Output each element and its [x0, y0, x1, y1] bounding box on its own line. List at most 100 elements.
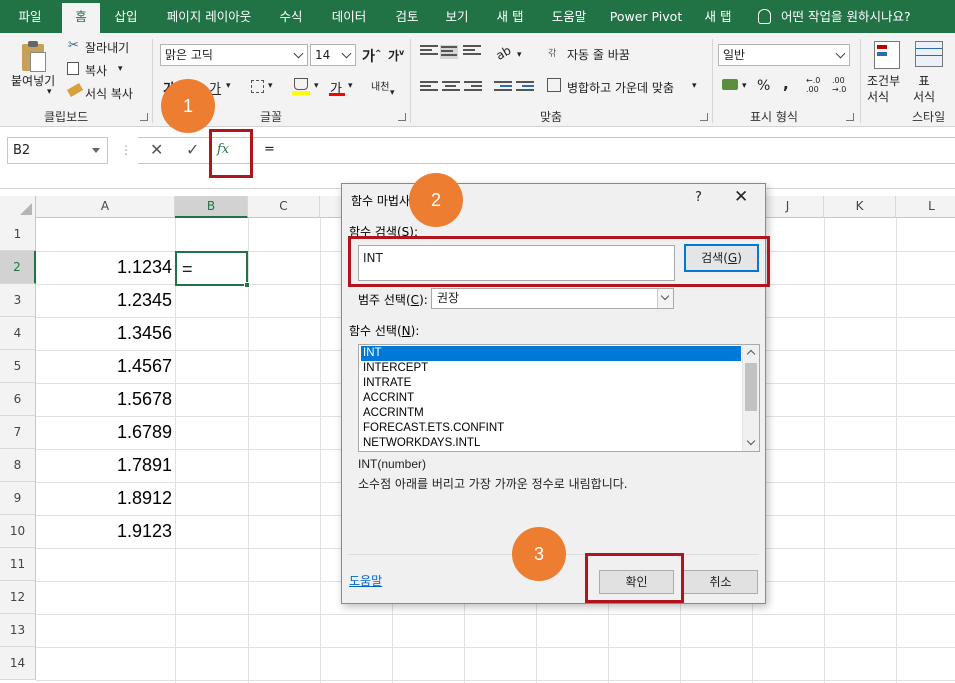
- tab-new-1[interactable]: 새 탭: [488, 0, 532, 33]
- cell-a5[interactable]: 1.4567: [36, 350, 172, 383]
- row-header-6[interactable]: 6: [0, 383, 36, 416]
- align-top-icon[interactable]: [420, 45, 438, 59]
- number-format-combo[interactable]: 일반: [718, 44, 850, 66]
- scrollbar-thumb[interactable]: [745, 363, 757, 411]
- function-item-accrint[interactable]: ACCRINT: [361, 391, 741, 406]
- tab-data[interactable]: 데이터: [322, 0, 376, 33]
- percent-button[interactable]: %: [757, 78, 770, 94]
- copy-dropdown-icon[interactable]: ▾: [118, 64, 123, 74]
- category-select[interactable]: 권장: [431, 288, 674, 309]
- row-header-3[interactable]: 3: [0, 284, 36, 317]
- row-header-13[interactable]: 13: [0, 614, 36, 647]
- format-painter-icon[interactable]: [66, 83, 84, 97]
- font-color-dropdown-icon[interactable]: ▾: [348, 81, 353, 91]
- cell-a3[interactable]: 1.2345: [36, 284, 172, 317]
- scroll-up-icon[interactable]: [746, 349, 756, 359]
- name-box[interactable]: B2: [7, 137, 108, 164]
- chevron-down-icon[interactable]: [92, 148, 100, 153]
- column-header-k[interactable]: K: [824, 196, 896, 218]
- cancel-button[interactable]: 취소: [683, 570, 758, 594]
- wrap-text-button[interactable]: 자동 줄 바꿈: [567, 46, 630, 63]
- function-item-intrate[interactable]: INTRATE: [361, 376, 741, 391]
- cell-a7[interactable]: 1.6789: [36, 416, 172, 449]
- shrink-font-button[interactable]: 가v: [388, 47, 404, 64]
- row-header-14[interactable]: 14: [0, 647, 36, 680]
- format-painter-button[interactable]: 서식 복사: [85, 85, 133, 102]
- increase-indent-icon[interactable]: [516, 81, 534, 95]
- scissors-icon[interactable]: ✂: [68, 38, 79, 53]
- help-on-function-link[interactable]: 도움말: [349, 572, 382, 589]
- format-as-table-icon[interactable]: [915, 41, 943, 67]
- enter-check-icon[interactable]: ✓: [186, 140, 199, 159]
- underline-dropdown-icon[interactable]: ▾: [226, 81, 231, 91]
- chevron-down-icon[interactable]: [657, 289, 673, 308]
- copy-button[interactable]: 복사: [85, 62, 107, 79]
- phonetic-button[interactable]: 내천: [371, 78, 389, 93]
- column-header-c[interactable]: C: [248, 196, 320, 218]
- align-right-icon[interactable]: [464, 81, 482, 95]
- orientation-dropdown-icon[interactable]: ▾: [517, 50, 522, 60]
- conditional-format-button[interactable]: 조건부 서식: [867, 73, 900, 105]
- function-item-networkdays-intl[interactable]: NETWORKDAYS.INTL: [361, 436, 741, 451]
- row-header-2[interactable]: 2: [0, 251, 36, 284]
- row-header-5[interactable]: 5: [0, 350, 36, 383]
- increase-decimal-button[interactable]: ←.0 .00: [806, 76, 820, 94]
- merge-dropdown-icon[interactable]: ▾: [692, 81, 697, 91]
- border-dropdown-icon[interactable]: ▾: [268, 81, 273, 91]
- font-size-combo[interactable]: 14: [310, 44, 356, 66]
- currency-dropdown-icon[interactable]: ▾: [742, 81, 747, 91]
- fill-dropdown-icon[interactable]: ▾: [314, 81, 319, 91]
- active-cell-b2[interactable]: =: [175, 251, 250, 288]
- tab-review[interactable]: 검토: [386, 0, 428, 33]
- conditional-format-icon[interactable]: [874, 41, 900, 69]
- function-list-scrollbar[interactable]: [742, 345, 759, 451]
- function-item-intercept[interactable]: INTERCEPT: [361, 361, 741, 376]
- format-as-table-button[interactable]: 표 서식: [913, 73, 935, 105]
- column-header-a[interactable]: A: [36, 196, 175, 218]
- cell-a4[interactable]: 1.3456: [36, 317, 172, 350]
- row-header-11[interactable]: 11: [0, 548, 36, 581]
- tab-new-2[interactable]: 새 탭: [696, 0, 740, 33]
- row-header-7[interactable]: 7: [0, 416, 36, 449]
- tab-formulas[interactable]: 수식: [270, 0, 312, 33]
- dialog-close-icon[interactable]: ✕: [734, 187, 748, 207]
- paste-icon[interactable]: [20, 41, 48, 73]
- merge-center-button[interactable]: 병합하고 가운데 맞춤: [567, 79, 674, 96]
- select-all-corner[interactable]: [0, 196, 36, 218]
- tell-me-search[interactable]: 어떤 작업을 원하시나요?: [758, 0, 911, 33]
- comma-button[interactable]: ,: [783, 75, 789, 93]
- align-middle-icon[interactable]: [440, 45, 458, 59]
- border-icon[interactable]: [251, 80, 264, 93]
- decrease-indent-icon[interactable]: [494, 81, 512, 95]
- font-launcher-icon[interactable]: [398, 113, 406, 121]
- copy-icon[interactable]: [67, 62, 79, 75]
- cell-a8[interactable]: 1.7891: [36, 449, 172, 482]
- column-header-l[interactable]: L: [896, 196, 955, 218]
- function-list[interactable]: INT INTERCEPT INTRATE ACCRINT ACCRINTM F…: [358, 344, 760, 452]
- row-header-4[interactable]: 4: [0, 317, 36, 350]
- cancel-entry-icon[interactable]: ✕: [150, 140, 163, 159]
- row-header-9[interactable]: 9: [0, 482, 36, 515]
- tab-insert[interactable]: 삽입: [106, 0, 146, 33]
- grow-font-button[interactable]: 가^: [362, 46, 382, 66]
- font-name-combo[interactable]: 맑은 고딕: [160, 44, 308, 66]
- tab-power-pivot[interactable]: Power Pivot: [606, 0, 686, 33]
- paste-dropdown-icon[interactable]: ▾: [47, 87, 52, 97]
- fill-handle[interactable]: [244, 282, 250, 288]
- cell-a6[interactable]: 1.5678: [36, 383, 172, 416]
- align-bottom-icon[interactable]: [463, 45, 481, 59]
- phonetic-dropdown-icon[interactable]: ▾: [390, 88, 395, 98]
- row-header-12[interactable]: 12: [0, 581, 36, 614]
- function-item-accrintm[interactable]: ACCRINTM: [361, 406, 741, 421]
- align-center-icon[interactable]: [442, 81, 460, 95]
- cell-a9[interactable]: 1.8912: [36, 482, 172, 515]
- decrease-decimal-button[interactable]: .00 →.0: [832, 76, 846, 94]
- row-header-10[interactable]: 10: [0, 515, 36, 548]
- scroll-down-icon[interactable]: [746, 436, 756, 446]
- column-header-b[interactable]: B: [175, 196, 248, 218]
- orientation-icon[interactable]: ab: [494, 43, 514, 63]
- tab-page-layout[interactable]: 페이지 레이아웃: [158, 0, 260, 33]
- formula-bar-grip[interactable]: ⋮: [120, 143, 132, 157]
- currency-icon[interactable]: [722, 79, 738, 90]
- function-item-int[interactable]: INT: [361, 346, 741, 361]
